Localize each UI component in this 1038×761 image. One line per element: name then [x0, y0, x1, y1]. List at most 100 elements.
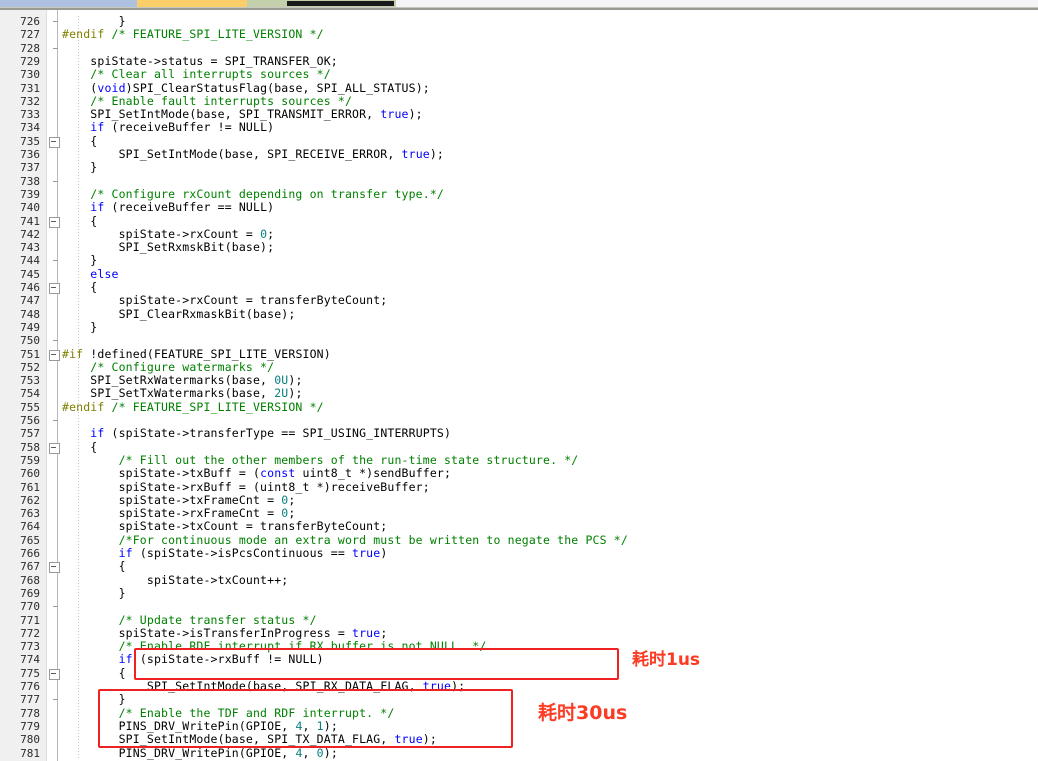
code-line[interactable]: 741 { [0, 214, 1038, 228]
line-content[interactable]: { [62, 440, 97, 454]
code-line[interactable]: 769 } [0, 586, 1038, 600]
line-content[interactable]: /* Fill out the other members of the run… [62, 453, 579, 467]
code-line[interactable]: 743 SPI_SetRxmskBit(base); [0, 240, 1038, 254]
code-line[interactable]: 744 } [0, 254, 1038, 268]
code-line[interactable]: 760 spiState->txBuff = (const uint8_t *)… [0, 467, 1038, 481]
line-content[interactable]: } [62, 14, 126, 28]
line-content[interactable]: SPI_SetTxWatermarks(base, 2U); [62, 387, 303, 400]
code-line[interactable]: 746 { [0, 280, 1038, 294]
line-content[interactable]: SPI_ClearRxmaskBit(base); [62, 307, 296, 321]
code-line[interactable]: 753 SPI_SetRxWatermarks(base, 0U); [0, 373, 1038, 387]
line-content[interactable]: if (receiveBuffer != NULL) [62, 121, 274, 134]
code-line[interactable]: 726 } [0, 14, 1038, 28]
line-content[interactable]: { [62, 214, 97, 228]
line-content[interactable]: SPI_SetRxmskBit(base); [62, 240, 274, 254]
line-content[interactable]: /* Configure watermarks */ [62, 360, 274, 374]
line-content[interactable]: PINS_DRV_WritePin(GPIOE, 4, 0); [62, 746, 338, 760]
line-content[interactable]: { [62, 280, 97, 294]
code-line[interactable]: 730 /* Clear all interrupts sources */ [0, 68, 1038, 82]
code-line[interactable]: 747 spiState->rxCount = transferByteCoun… [0, 294, 1038, 308]
code-line[interactable]: 762 spiState->txFrameCnt = 0; [0, 493, 1038, 507]
line-content[interactable]: spiState->rxCount = 0; [62, 227, 274, 241]
fold-collapse-icon[interactable] [49, 283, 60, 294]
line-content[interactable]: else [62, 267, 119, 281]
line-content[interactable]: spiState->isTransferInProgress = true; [62, 626, 388, 640]
code-line[interactable]: 767 { [0, 560, 1038, 574]
code-line[interactable]: 757 if (spiState->transferType == SPI_US… [0, 427, 1038, 441]
code-line[interactable]: 750 [0, 334, 1038, 347]
code-line[interactable]: 745 else [0, 267, 1038, 281]
line-content[interactable]: SPI_SetRxWatermarks(base, 0U); [62, 373, 303, 387]
code-line[interactable]: 772 spiState->isTransferInProgress = tru… [0, 626, 1038, 640]
code-line[interactable]: 761 spiState->rxBuff = (uint8_t *)receiv… [0, 480, 1038, 494]
code-line[interactable]: 732 /* Enable fault interrupts sources *… [0, 94, 1038, 108]
code-line[interactable]: 764 spiState->txCount = transferByteCoun… [0, 520, 1038, 534]
line-content[interactable]: #endif /* FEATURE_SPI_LITE_VERSION */ [62, 400, 324, 414]
code-line[interactable]: 771 /* Update transfer status */ [0, 613, 1038, 627]
line-content[interactable]: (void)SPI_ClearStatusFlag(base, SPI_ALL_… [62, 81, 430, 95]
code-line[interactable]: 758 { [0, 440, 1038, 454]
code-line[interactable]: 765 /*For continuous mode an extra word … [0, 533, 1038, 547]
code-line[interactable]: 738 [0, 175, 1038, 188]
line-content[interactable]: if (receiveBuffer == NULL) [62, 201, 274, 214]
line-content[interactable]: if (spiState->transferType == SPI_USING_… [62, 427, 451, 440]
fold-collapse-icon[interactable] [49, 136, 60, 148]
line-content[interactable]: } [62, 320, 97, 334]
code-line[interactable]: 737 } [0, 161, 1038, 175]
code-line[interactable]: 781 PINS_DRV_WritePin(GPIOE, 4, 0); [0, 746, 1038, 760]
line-content[interactable]: spiState->txCount = transferByteCount; [62, 520, 388, 533]
line-content[interactable]: SPI_SetIntMode(base, SPI_TRANSMIT_ERROR,… [62, 107, 423, 121]
line-content[interactable]: if (spiState->isPcsContinuous == true) [62, 546, 388, 560]
code-line[interactable]: 735 { [0, 134, 1038, 148]
code-line[interactable]: 748 SPI_ClearRxmaskBit(base); [0, 307, 1038, 321]
line-content[interactable]: /* Enable fault interrupts sources */ [62, 94, 352, 108]
code-line[interactable]: 731 (void)SPI_ClearStatusFlag(base, SPI_… [0, 81, 1038, 95]
code-line[interactable]: 763 spiState->rxFrameCnt = 0; [0, 506, 1038, 520]
line-content[interactable]: #if !defined(FEATURE_SPI_LITE_VERSION) [62, 347, 331, 361]
line-content[interactable]: { [62, 134, 97, 148]
code-line[interactable]: 756 [0, 414, 1038, 427]
code-line[interactable]: 770 [0, 600, 1038, 613]
code-line[interactable]: 755 #endif /* FEATURE_SPI_LITE_VERSION */ [0, 400, 1038, 414]
code-line[interactable]: 766 if (spiState->isPcsContinuous == tru… [0, 546, 1038, 560]
code-line[interactable]: 754 SPI_SetTxWatermarks(base, 2U); [0, 387, 1038, 401]
code-line[interactable]: 740 if (receiveBuffer == NULL) [0, 201, 1038, 215]
line-content[interactable]: } [62, 254, 97, 267]
fold-collapse-icon[interactable] [49, 349, 60, 361]
code-line[interactable]: 739 /* Configure rxCount depending on tr… [0, 187, 1038, 201]
code-line[interactable]: 759 /* Fill out the other members of the… [0, 453, 1038, 467]
line-content[interactable]: { [62, 560, 126, 573]
line-content[interactable]: /* Update transfer status */ [62, 613, 317, 627]
editor-body[interactable]: 726 } 727 #endif /* FEATURE_SPI_LITE_VERSI… [0, 10, 1038, 761]
code-line[interactable]: 752 /* Configure watermarks */ [0, 360, 1038, 374]
code-line[interactable]: 742 spiState->rxCount = 0; [0, 227, 1038, 241]
line-content[interactable]: /* Clear all interrupts sources */ [62, 68, 331, 81]
code-line[interactable]: 729 spiState->status = SPI_TRANSFER_OK; [0, 54, 1038, 68]
code-line[interactable]: 728 [0, 42, 1038, 55]
code-line[interactable]: 751 #if !defined(FEATURE_SPI_LITE_VERSION… [0, 347, 1038, 361]
line-content[interactable]: } [62, 586, 126, 600]
line-content[interactable]: spiState->txFrameCnt = 0; [62, 493, 296, 507]
fold-collapse-icon[interactable] [49, 216, 60, 228]
code-line[interactable]: 734 if (receiveBuffer != NULL) [0, 121, 1038, 135]
line-content[interactable]: spiState->txCount++; [62, 573, 288, 587]
line-content[interactable]: /* Configure rxCount depending on transf… [62, 187, 444, 201]
fold-collapse-icon[interactable] [49, 668, 60, 680]
fold-collapse-icon[interactable] [49, 442, 60, 454]
code-line[interactable]: 749 } [0, 320, 1038, 334]
line-content[interactable]: { [62, 666, 126, 680]
line-content[interactable]: } [62, 161, 97, 174]
line-content[interactable]: spiState->rxCount = transferByteCount; [62, 294, 388, 307]
line-content[interactable]: SPI_SetIntMode(base, SPI_RECEIVE_ERROR, … [62, 147, 444, 161]
code-line[interactable]: 736 SPI_SetIntMode(base, SPI_RECEIVE_ERR… [0, 147, 1038, 161]
line-content[interactable]: #endif /* FEATURE_SPI_LITE_VERSION */ [62, 28, 324, 41]
fold-collapse-icon[interactable] [49, 562, 60, 574]
line-content[interactable]: spiState->rxBuff = (uint8_t *)receiveBuf… [62, 480, 430, 494]
line-content[interactable]: spiState->status = SPI_TRANSFER_OK; [62, 54, 338, 68]
code-line[interactable]: 768 spiState->txCount++; [0, 573, 1038, 587]
line-content[interactable]: /*For continuous mode an extra word must… [62, 533, 628, 547]
code-line[interactable]: 733 SPI_SetIntMode(base, SPI_TRANSMIT_ER… [0, 107, 1038, 121]
code-line[interactable]: 727 #endif /* FEATURE_SPI_LITE_VERSION */ [0, 28, 1038, 42]
line-content[interactable]: spiState->txBuff = (const uint8_t *)send… [62, 467, 451, 480]
line-content[interactable]: spiState->rxFrameCnt = 0; [62, 506, 296, 520]
